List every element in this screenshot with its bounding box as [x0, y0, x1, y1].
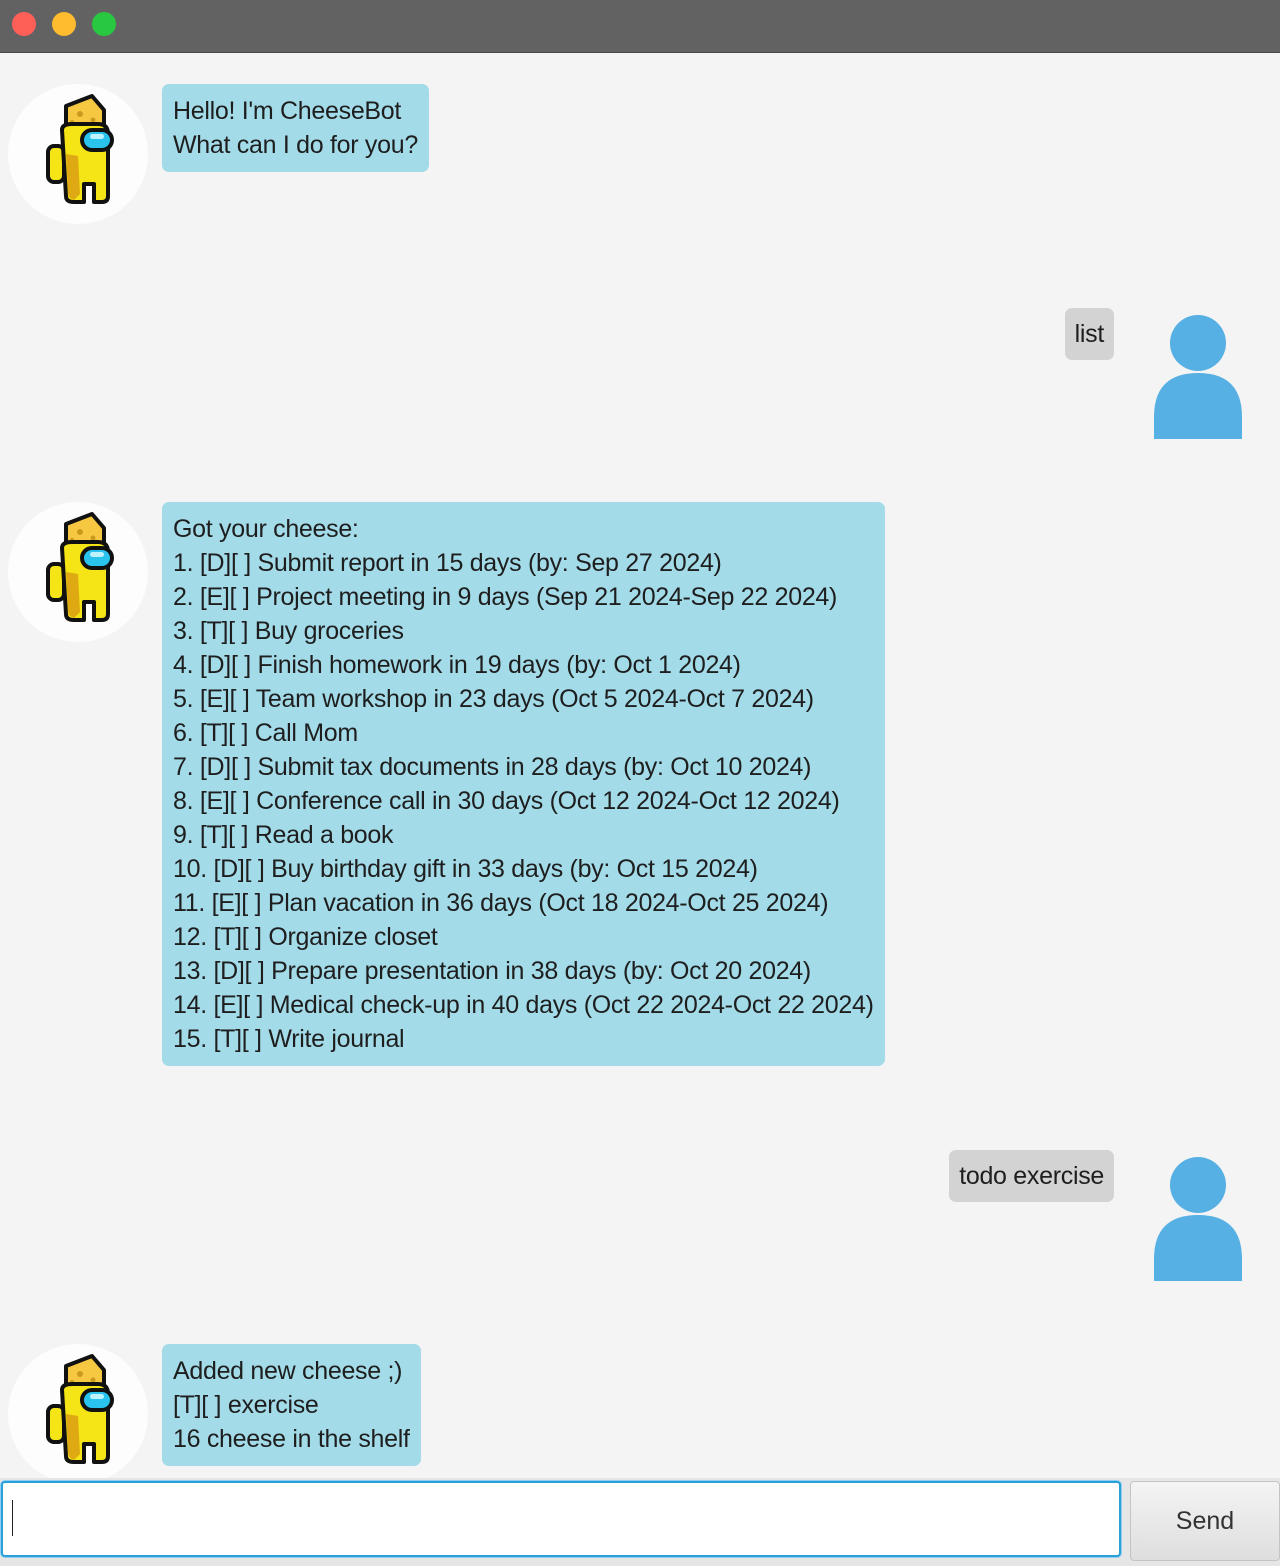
message-line: 6. [T][ ] Call Mom — [173, 719, 358, 747]
bot-message-bubble: Got your cheese: 1. [D][ ] Submit report … — [162, 502, 885, 1066]
bot-message-bubble: Added new cheese ;) [T][ ] exercise 16 che… — [162, 1344, 421, 1466]
message-line: 10. [D][ ] Buy birthday gift in 33 days … — [173, 855, 758, 883]
message-line: 12. [T][ ] Organize closet — [173, 923, 438, 951]
chat-scroll-area[interactable]: Hello! I'm CheeseBot What can I do for yo… — [0, 53, 1280, 1484]
bot-avatar — [8, 1344, 148, 1484]
user-message-bubble: todo exercise — [949, 1150, 1114, 1202]
bot-avatar — [8, 84, 148, 224]
send-button[interactable]: Send — [1130, 1481, 1280, 1561]
message-line: 14. [E][ ] Medical check-up in 40 days (… — [173, 991, 874, 1019]
message-line: [T][ ] exercise — [173, 1391, 319, 1419]
message-input[interactable] — [1, 1481, 1121, 1557]
user-message-bubble: list — [1064, 308, 1114, 360]
message-line: 13. [D][ ] Prepare presentation in 38 da… — [173, 957, 811, 985]
message-line: 9. [T][ ] Read a book — [173, 821, 394, 849]
user-silhouette-icon — [1154, 1157, 1242, 1281]
crewmate-cheese-icon — [8, 84, 148, 224]
message-line: 15. [T][ ] Write journal — [173, 1025, 405, 1053]
message-line: 1. [D][ ] Submit report in 15 days (by: … — [173, 549, 722, 577]
user-avatar — [1150, 315, 1246, 439]
message-line: 5. [E][ ] Team workshop in 23 days (Oct … — [173, 685, 814, 713]
message-line: 2. [E][ ] Project meeting in 9 days (Sep… — [173, 583, 838, 611]
message-line: What can I do for you? — [173, 131, 418, 159]
bot-avatar — [8, 502, 148, 642]
message-line: list — [1074, 320, 1105, 348]
maximize-window-button[interactable] — [92, 12, 116, 36]
message-line: Added new cheese ;) — [173, 1357, 403, 1385]
message-line: 16 cheese in the shelf — [173, 1425, 410, 1453]
close-window-button[interactable] — [12, 12, 36, 36]
message-line: Got your cheese: — [173, 515, 359, 543]
input-bar: Send — [0, 1478, 1280, 1566]
message-line: 4. [D][ ] Finish homework in 19 days (by… — [173, 651, 741, 679]
message-line: todo exercise — [959, 1162, 1104, 1190]
message-line: 3. [T][ ] Buy groceries — [173, 617, 404, 645]
user-avatar — [1150, 1157, 1246, 1281]
text-caret — [12, 1500, 13, 1536]
message-line: 7. [D][ ] Submit tax documents in 28 day… — [173, 753, 812, 781]
user-silhouette-icon — [1154, 315, 1242, 439]
window-titlebar — [0, 0, 1280, 53]
bot-message-bubble: Hello! I'm CheeseBot What can I do for yo… — [162, 84, 429, 172]
crewmate-cheese-icon — [8, 502, 148, 642]
minimize-window-button[interactable] — [52, 12, 76, 36]
message-line: 11. [E][ ] Plan vacation in 36 days (Oct… — [173, 889, 829, 917]
message-line: 8. [E][ ] Conference call in 30 days (Oc… — [173, 787, 840, 815]
message-line: Hello! I'm CheeseBot — [173, 97, 402, 125]
crewmate-cheese-icon — [8, 1344, 148, 1484]
